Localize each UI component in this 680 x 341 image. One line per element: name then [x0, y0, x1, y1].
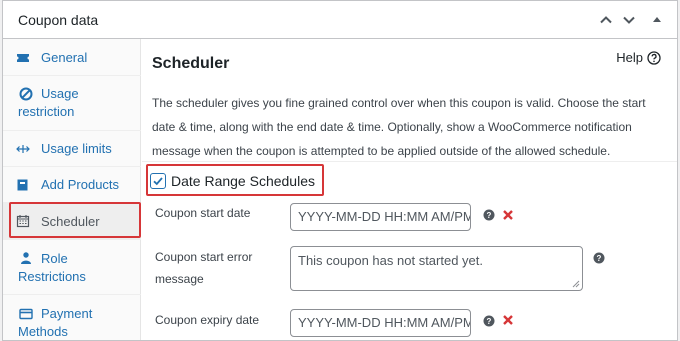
- sidebar-item-label: Usage: [41, 86, 79, 101]
- expiry-date-placeholder: YYYY-MM-DD HH:MM AM/PM: [298, 315, 471, 330]
- arrows-horizontal-icon: [15, 141, 31, 157]
- date-range-checkbox[interactable]: [150, 173, 166, 189]
- clear-expiry-date-icon[interactable]: [502, 314, 514, 326]
- divider: [142, 161, 677, 162]
- person-icon: [18, 250, 34, 266]
- panel-header: Coupon data: [3, 1, 677, 39]
- caret-up-icon[interactable]: [648, 11, 666, 29]
- date-range-label: Date Range Schedules: [171, 173, 315, 189]
- sidebar: General Usage restriction Usage limits A…: [3, 39, 141, 340]
- svg-text:?: ?: [597, 254, 602, 263]
- sidebar-item-usage-restriction[interactable]: Usage restriction: [3, 76, 141, 131]
- sidebar-item-label-line2: Restrictions: [18, 269, 86, 284]
- calendar-icon: [15, 213, 31, 229]
- sidebar-item-scheduler[interactable]: Scheduler: [3, 203, 141, 240]
- sidebar-item-label-line2: Methods: [18, 324, 68, 339]
- help-tip-icon[interactable]: ?: [483, 209, 495, 221]
- coupon-data-panel: Coupon data General Usage restriction Us…: [2, 0, 678, 341]
- checkmark-icon: [153, 177, 163, 186]
- sidebar-item-role-restrictions[interactable]: Role Restrictions: [3, 240, 141, 295]
- prohibited-icon: [18, 86, 34, 102]
- resize-grip-icon[interactable]: [572, 280, 580, 288]
- sidebar-item-label: Usage limits: [41, 141, 112, 156]
- scheduler-description: The scheduler gives you fine grained con…: [152, 96, 646, 158]
- sidebar-item-label: Role: [41, 251, 68, 266]
- chevron-down-icon[interactable]: [620, 11, 638, 29]
- ticket-icon: [15, 50, 31, 66]
- help-label: Help: [616, 50, 643, 65]
- scheduler-panel: Scheduler Help The scheduler gives you f…: [142, 39, 677, 340]
- help-icon: [647, 50, 661, 65]
- sidebar-item-label: Payment: [41, 306, 93, 321]
- start-error-value: This coupon has not started yet.: [298, 253, 483, 268]
- svg-text:?: ?: [487, 211, 492, 220]
- start-date-label: Coupon start date: [155, 206, 251, 220]
- help-link[interactable]: Help: [616, 50, 661, 65]
- sidebar-item-general[interactable]: General: [3, 39, 141, 76]
- sidebar-item-label: Scheduler: [41, 214, 100, 229]
- clear-start-date-icon[interactable]: [502, 209, 514, 221]
- svg-text:?: ?: [487, 317, 492, 326]
- help-tip-icon[interactable]: ?: [593, 252, 605, 264]
- cart-icon: [15, 177, 31, 193]
- start-date-input[interactable]: YYYY-MM-DD HH:MM AM/PM: [290, 203, 471, 231]
- sidebar-item-usage-limits[interactable]: Usage limits: [3, 131, 141, 167]
- start-error-textarea[interactable]: This coupon has not started yet.: [290, 246, 583, 291]
- panel-title: Coupon data: [18, 12, 99, 28]
- sidebar-item-payment-methods[interactable]: Payment Methods: [3, 295, 141, 340]
- chevron-up-icon[interactable]: [597, 11, 615, 29]
- card-icon: [18, 306, 34, 322]
- expiry-date-label: Coupon expiry date: [155, 313, 260, 327]
- section-title: Scheduler: [152, 55, 230, 72]
- start-date-placeholder: YYYY-MM-DD HH:MM AM/PM: [298, 209, 471, 224]
- sidebar-item-add-products[interactable]: Add Products: [3, 167, 141, 203]
- start-error-label: Coupon start error message: [155, 250, 253, 286]
- expiry-date-input[interactable]: YYYY-MM-DD HH:MM AM/PM: [290, 309, 471, 337]
- help-tip-icon[interactable]: ?: [483, 315, 495, 327]
- sidebar-item-label: General: [41, 50, 88, 65]
- sidebar-item-label-line2: restriction: [18, 104, 75, 119]
- date-range-toggle-row: Date Range Schedules: [150, 168, 315, 194]
- sidebar-item-label: Add Products: [41, 177, 120, 192]
